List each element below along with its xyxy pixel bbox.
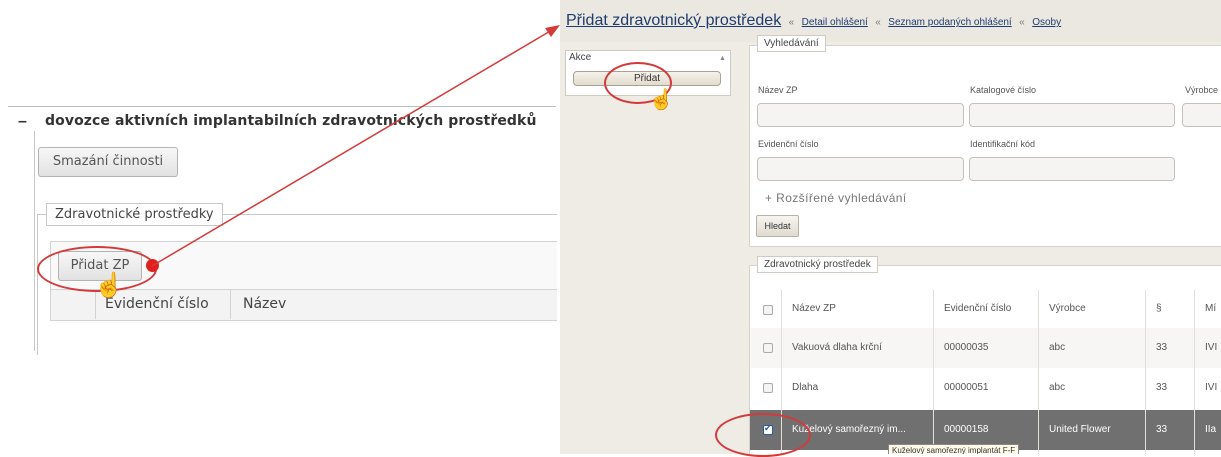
actions-panel-label: Akce xyxy=(569,52,592,63)
row-checkbox[interactable] xyxy=(763,343,773,353)
highlight-ellipse-checkbox xyxy=(715,413,811,457)
medical-devices-legend: Zdravotnické prostředky xyxy=(46,203,223,226)
name-field-label: Název ZP xyxy=(758,85,798,95)
hand-cursor-icon: ☝ xyxy=(94,272,124,299)
cell-paragraph: 33 xyxy=(1156,342,1168,353)
search-button[interactable]: Hledat xyxy=(756,215,799,237)
cell-manufacturer: abc xyxy=(1049,382,1066,393)
catalog-number-field[interactable] xyxy=(969,103,1175,127)
breadcrumb-link-detail[interactable]: Detail ohlášení xyxy=(802,17,868,28)
identification-code-label: Identifikační kód xyxy=(970,139,1036,149)
column-header-name[interactable]: Název xyxy=(243,296,286,312)
name-field[interactable] xyxy=(757,103,964,127)
column-header-manufacturer[interactable]: Výrobce xyxy=(1049,303,1086,314)
cell-manufacturer: abc xyxy=(1049,342,1066,353)
table-row[interactable]: Vakuová dlaha krční 00000035 abc 33 IVI xyxy=(750,328,1221,368)
breadcrumb-separator: « xyxy=(788,17,795,28)
advanced-search-toggle[interactable]: + Rozšířené vyhledávání xyxy=(765,191,907,205)
search-legend: Vyhledávání xyxy=(757,35,826,52)
table-row[interactable]: Dlaha 00000051 abc 33 IVI xyxy=(750,368,1221,408)
section-divider xyxy=(8,106,556,107)
cell-extra: IVI xyxy=(1205,382,1218,393)
hand-cursor-icon: ☝ xyxy=(649,89,674,111)
evidence-number-field[interactable] xyxy=(757,157,964,181)
manufacturer-field[interactable] xyxy=(1182,103,1221,127)
breadcrumb-link-persons[interactable]: Osoby xyxy=(1032,17,1061,28)
catalog-number-label: Katalogové číslo xyxy=(970,85,1037,95)
cell-extra: IIa xyxy=(1205,424,1217,435)
cell-paragraph: 33 xyxy=(1156,382,1168,393)
breadcrumb: Přidat zdravotnický prostředek « Detail … xyxy=(566,12,1061,30)
row-checkbox[interactable] xyxy=(763,383,773,393)
breadcrumb-link-list[interactable]: Seznam podaných ohlášení xyxy=(888,17,1011,28)
left-panel: – dovozce aktivních implantabilních zdra… xyxy=(0,0,560,454)
page-title: Přidat zdravotnický prostředek xyxy=(566,12,782,29)
cell-extra: IVI xyxy=(1205,342,1218,353)
cell-manufacturer: United Flower xyxy=(1049,424,1111,435)
breadcrumb-separator: « xyxy=(875,17,881,28)
cell-paragraph: 33 xyxy=(1156,424,1168,435)
breadcrumb-separator: « xyxy=(1019,17,1025,28)
column-header-evidence-number[interactable]: Evidenční číslo xyxy=(944,303,1011,314)
column-header-paragraph[interactable]: § xyxy=(1156,303,1162,314)
identification-code-field[interactable] xyxy=(969,157,1175,181)
column-separator xyxy=(1145,290,1146,454)
column-header-extra[interactable]: Mí xyxy=(1205,303,1216,314)
cell-evidence-number: 00000035 xyxy=(944,342,989,353)
arrow-start-dot xyxy=(146,259,159,272)
section-title: dovozce aktivních implantabilních zdravo… xyxy=(45,113,537,129)
cell-name: Dlaha xyxy=(792,382,819,393)
column-separator xyxy=(933,290,934,454)
cell-evidence-number: 00000158 xyxy=(944,424,989,435)
collapse-arrow-icon[interactable]: ▲ xyxy=(719,55,726,62)
row-tooltip: Kuželový samořezný implantát F-F xyxy=(888,444,1020,454)
column-separator xyxy=(230,290,231,319)
cell-evidence-number: 00000051 xyxy=(944,382,989,393)
collapse-toggle[interactable]: – xyxy=(18,113,27,131)
column-separator xyxy=(1194,290,1195,454)
column-header-name[interactable]: Název ZP xyxy=(792,303,836,314)
column-separator xyxy=(1038,290,1039,454)
cell-name: Vakuová dlaha krční xyxy=(792,342,882,353)
delete-activity-button[interactable]: Smazání činnosti xyxy=(38,147,178,177)
manufacturer-label: Výrobce xyxy=(1185,85,1219,95)
results-legend: Zdravotnický prostředek xyxy=(757,256,878,273)
select-all-checkbox[interactable] xyxy=(763,305,773,315)
evidence-number-label: Evidenční číslo xyxy=(758,139,819,149)
